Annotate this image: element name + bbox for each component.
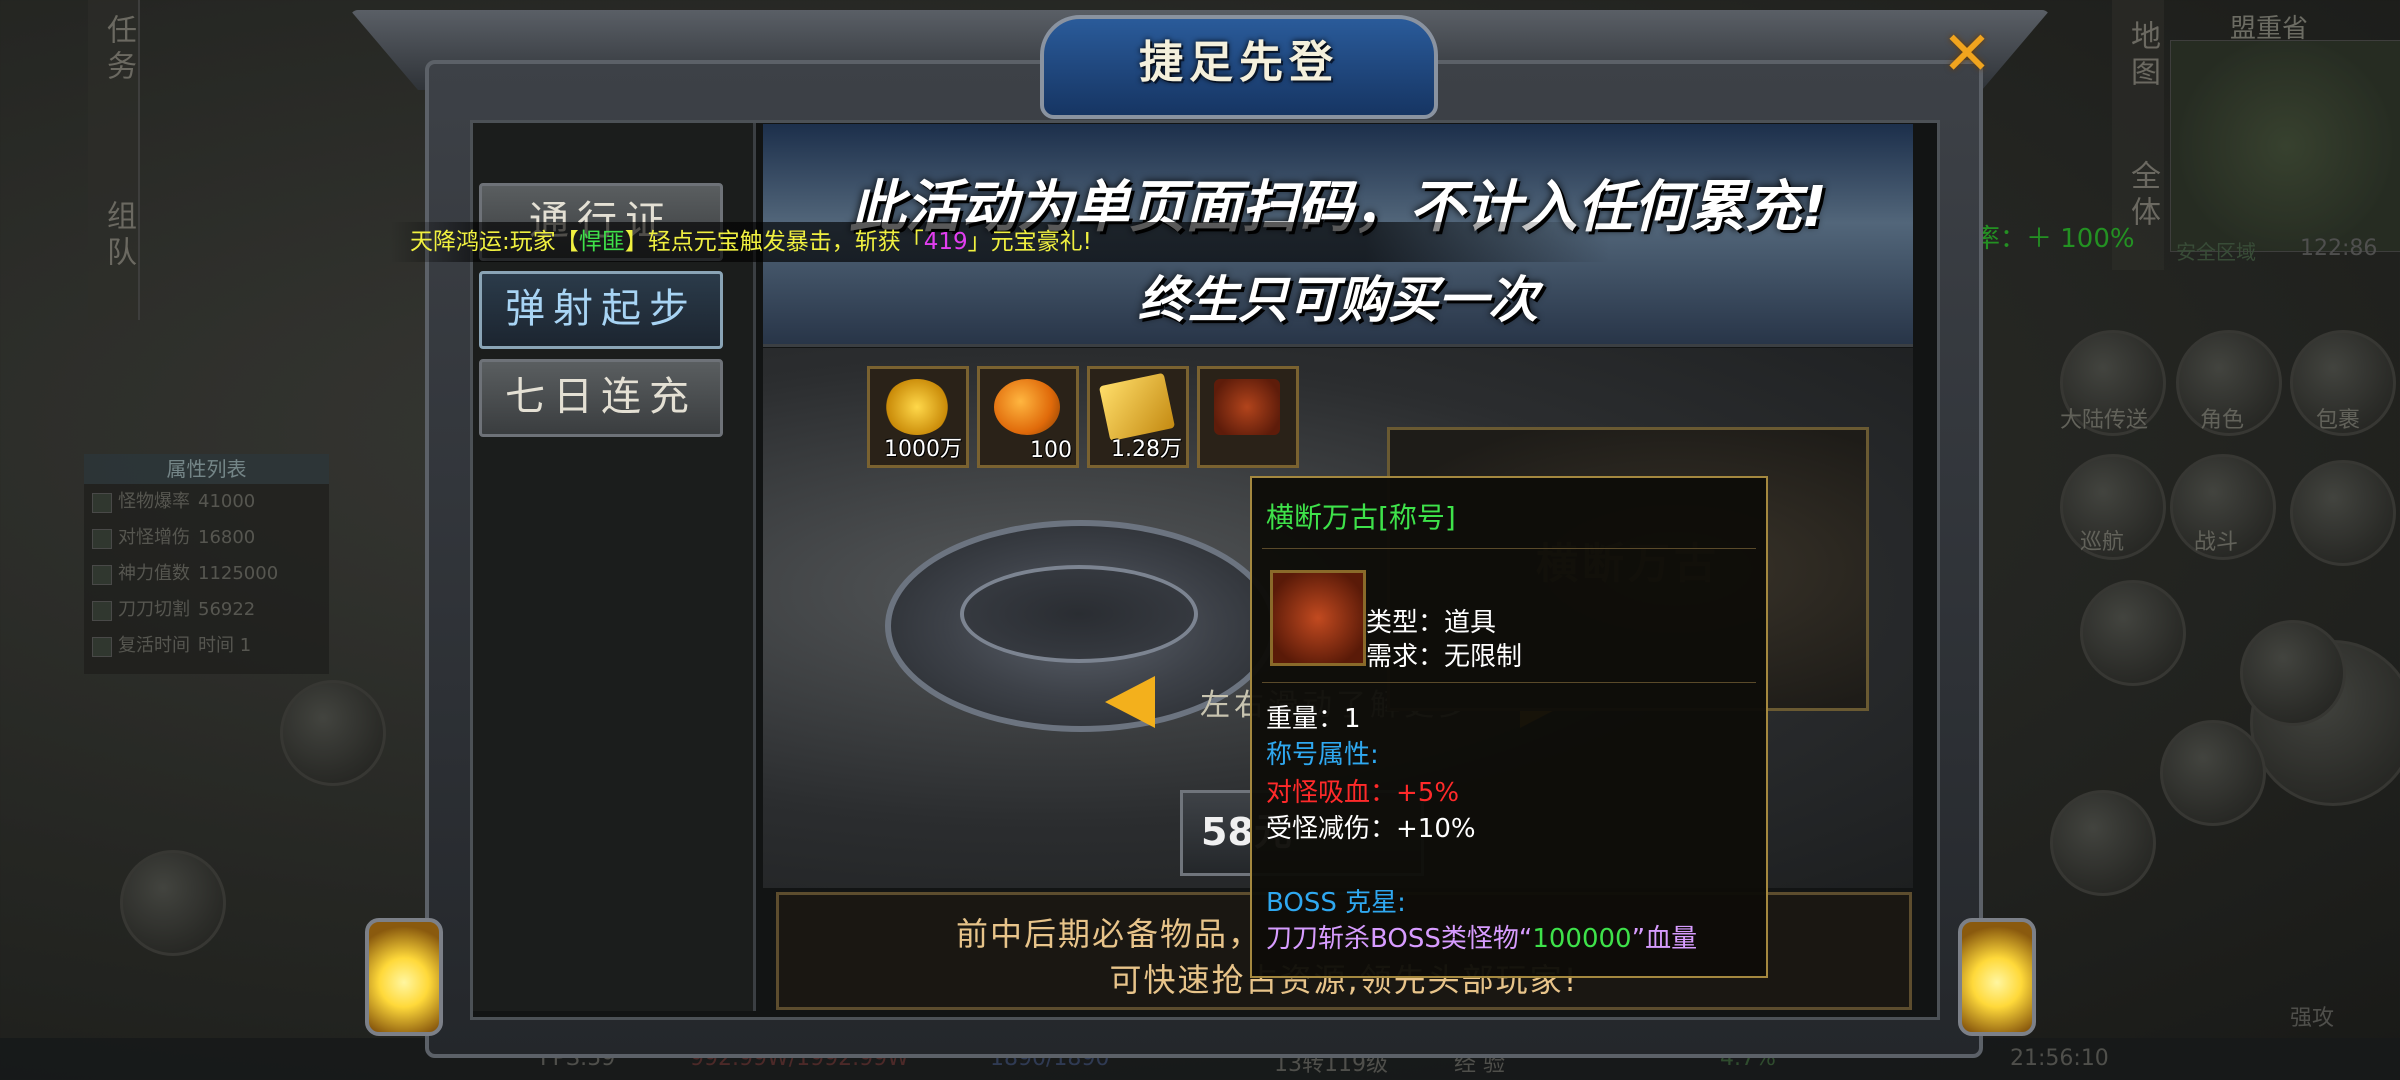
- tooltip-attr-header: 称号属性:: [1266, 740, 1379, 770]
- dragon-title-icon: [1214, 379, 1280, 435]
- boss-effect-text: 刀刀斩杀BOSS类怪物“: [1266, 924, 1533, 954]
- reward-item[interactable]: 100: [977, 366, 1079, 468]
- tooltip-item-name: 横断万古[称号]: [1266, 501, 1456, 534]
- tooltip-requirement: 需求：无限制: [1366, 642, 1523, 672]
- marquee-text: 天降鸿运:玩家【: [410, 229, 579, 255]
- close-icon[interactable]: ✕: [1938, 24, 1996, 84]
- reward-item[interactable]: [1197, 366, 1299, 468]
- tooltip-damage-reduction: 受怪减伤：+10%: [1266, 814, 1476, 844]
- dragon-title-icon: [1270, 570, 1366, 666]
- reward-item[interactable]: 1000万: [867, 366, 969, 468]
- reward-quantity: 1000万: [884, 437, 962, 462]
- lantern-right-icon: [1958, 918, 2036, 1036]
- announcement-marquee: 天降鸿运:玩家【悍匪】轻点元宝触发暴击，斩获「419」元宝豪礼!: [390, 222, 1610, 262]
- orange-coin-icon: [994, 379, 1060, 435]
- tab-launch-start[interactable]: 弹射起步: [479, 271, 723, 349]
- reward-quantity: 1.28万: [1111, 437, 1182, 462]
- modal-title: 捷足先登: [1040, 15, 1438, 119]
- arrow-left-icon[interactable]: [1105, 676, 1155, 728]
- tab-seven-day-recharge[interactable]: 七日连充: [479, 359, 723, 437]
- gold-ingots-icon: [884, 379, 950, 435]
- boss-effect-value: 100000: [1532, 924, 1632, 954]
- marquee-text: 」元宝豪礼!: [967, 229, 1092, 255]
- banner-subline: 终生只可购买一次: [1138, 271, 1538, 329]
- reward-quantity: 100: [1030, 438, 1072, 463]
- reward-item[interactable]: 1.28万: [1087, 366, 1189, 468]
- tooltip-weight: 重量：1: [1266, 704, 1361, 734]
- tooltip-divider: [1262, 682, 1756, 683]
- marquee-player: 悍匪: [578, 229, 625, 255]
- tooltip-boss-effect: 刀刀斩杀BOSS类怪物“100000”血量: [1266, 918, 1697, 955]
- lantern-left-icon: [365, 918, 443, 1036]
- boss-effect-text: ”血量: [1631, 924, 1698, 954]
- marquee-text: 】轻点元宝触发暴击，斩获「: [624, 229, 924, 255]
- item-tooltip: 横断万古[称号] 类型：道具 需求：无限制 重量：1 称号属性: 对怪吸血：+5…: [1250, 476, 1768, 978]
- tooltip-lifesteal: 对怪吸血：+5%: [1266, 778, 1460, 808]
- marquee-amount: 419: [923, 229, 968, 255]
- tooltip-divider: [1262, 548, 1756, 549]
- platform-center: [960, 565, 1198, 663]
- tooltip-type: 类型：道具: [1366, 608, 1497, 638]
- tooltip-boss-header: BOSS 克星:: [1266, 888, 1406, 918]
